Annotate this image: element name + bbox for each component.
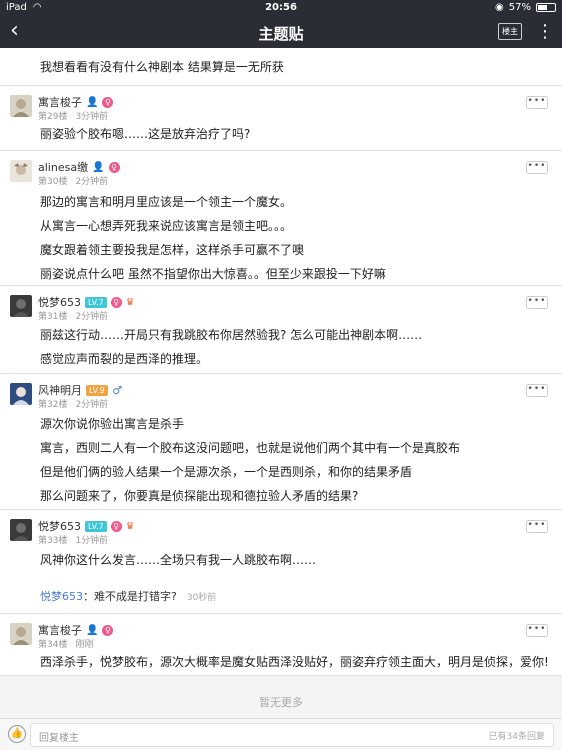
thread-content: 我想看看有没有什么神剧本 结果算是一无所获 寓言梭子 👤 ♀ 第29楼 3分钟前 … — [0, 48, 562, 718]
author-name[interactable]: alinesa缴 — [38, 159, 88, 175]
post-text: 风神你这什么发言……全场只有我一人跳胶布啊…… — [40, 553, 317, 567]
female-icon: ♀ — [102, 96, 114, 108]
post-author: 寓言梭子 👤 ♀ — [38, 622, 114, 638]
avatar[interactable] — [10, 295, 32, 317]
reply-time: 30秒前 — [186, 593, 217, 603]
battery-fill — [538, 5, 547, 10]
nav-bar: ‹ 主题贴 楼主 ⋮ — [0, 16, 562, 48]
author-name[interactable]: 风神明月 — [38, 382, 82, 398]
post-text: 源次你说你验出寓言是杀手 — [40, 417, 185, 431]
avatar[interactable] — [10, 383, 32, 405]
author-name[interactable]: 寓言梭子 — [38, 622, 82, 638]
post-text: 丽姿说点什么吧 虽然不指望你出大惊喜。。但至少来跟投一下好嘛 — [40, 267, 386, 281]
post-menu-button[interactable]: ••• — [526, 384, 548, 397]
floor-number: 第31楼 — [38, 312, 68, 322]
post-text: 西泽杀手，悦梦胶布，源次大概率是魔女贴西泽没贴好，丽姿弃疗领主面大，明月是侦探，… — [40, 655, 549, 669]
avatar[interactable] — [10, 623, 32, 645]
post-time: 2分钟前 — [75, 312, 109, 322]
post-author: 悦梦653 LV.7 ♀ ♛ — [38, 294, 135, 310]
level-badge: LV.7 — [85, 520, 107, 532]
female-icon: ♀ — [110, 520, 122, 532]
crown-icon: ♛ — [125, 296, 135, 308]
post-item: 悦梦653 LV.7 ♀ ♛ 第33楼 1分钟前 ••• 风神你这什么发言……全场… — [0, 510, 562, 614]
reply-placeholder: 回复楼主 — [39, 733, 79, 744]
status-time: 20:56 — [265, 2, 297, 13]
lock-rotation-icon: ◉ — [495, 2, 504, 13]
avatar[interactable] — [10, 95, 32, 117]
author-name[interactable]: 悦梦653 — [38, 294, 81, 310]
post-text: 但是他们俩的验人结果一个是源次杀，一个是西则杀，和你的结果矛盾 — [40, 465, 413, 479]
status-bar: iPad ◠ 20:56 ◉ 57% — [0, 0, 562, 16]
post-item: 悦梦653 LV.7 ♀ ♛ 第31楼 2分钟前 ••• 丽兹这行动……开局只有我… — [0, 286, 562, 374]
post-text: 寓言，西则二人有一个胶布这没问题吧，也就是说他们两个其中有一个是真胶布 — [40, 441, 461, 455]
post-text: 魔女跟着领主要投我是怎样，这样杀手可赢不了噢 — [40, 243, 305, 257]
floor-number: 第32楼 — [38, 400, 68, 410]
level-badge: LV.9 — [86, 384, 108, 396]
reply-input[interactable]: 回复楼主 已有34条回复 — [30, 723, 554, 747]
post-item: 风神明月 LV.9 ♂ 第32楼 2分钟前 ••• 源次你说你验出寓言是杀手 寓言… — [0, 374, 562, 510]
person-icon: 👤 — [86, 624, 99, 636]
post-text: 感觉应声而裂的是西泽的推理。 — [40, 352, 209, 366]
post-author: 寓言梭子 👤 ♀ — [38, 94, 114, 110]
reply-count: 已有34条回复 — [488, 732, 545, 742]
post-text: 那边的寓言和明月里应该是一个领主一个魔女。 — [40, 195, 293, 209]
post-item: 寓言梭子 👤 ♀ 第29楼 3分钟前 ••• 丽姿验个胶布嗯……这是放弃治疗了吗? — [0, 86, 562, 151]
post-text: 那么问题来了，你要真是侦探能出现和德拉验人矛盾的结果? — [40, 489, 359, 503]
post-time: 3分钟前 — [75, 112, 109, 122]
post-text: 丽兹这行动……开局只有我跳胶布你居然验我? 怎么可能出神剧本啊…… — [40, 328, 423, 342]
post-menu-button[interactable]: ••• — [526, 296, 548, 309]
author-name[interactable]: 悦梦653 — [38, 518, 81, 534]
post-author: 悦梦653 LV.7 ♀ ♛ — [38, 518, 135, 534]
female-icon: ♀ — [108, 161, 120, 173]
author-name[interactable]: 寓言梭子 — [38, 94, 82, 110]
person-icon: 👤 — [86, 96, 99, 108]
floor-number: 第30楼 — [38, 177, 68, 187]
post-author: 风神明月 LV.9 ♂ — [38, 382, 123, 398]
floor-number: 第29楼 — [38, 112, 68, 122]
post-time: 2分钟前 — [75, 400, 109, 410]
more-menu-icon[interactable]: ⋮ — [536, 18, 554, 46]
floor-number: 第33楼 — [38, 536, 68, 546]
owner-only-button[interactable]: 楼主 — [498, 23, 522, 40]
male-icon: ♂ — [112, 383, 123, 397]
post-meta: 第29楼 3分钟前 — [38, 109, 108, 122]
crown-icon: ♛ — [125, 520, 135, 532]
floor-number: 第34楼 — [38, 640, 68, 650]
post-text: 从寓言一心想弄死我来说应该寓言是领主吧。。。 — [40, 219, 293, 233]
level-badge: LV.7 — [85, 296, 107, 308]
post-menu-button[interactable]: ••• — [526, 624, 548, 637]
avatar[interactable] — [10, 160, 32, 182]
post-meta: 第33楼 1分钟前 — [38, 533, 108, 546]
post-meta: 第30楼 2分钟前 — [38, 174, 108, 187]
no-more-label: 暂无更多 — [259, 696, 303, 709]
post-continuation: 我想看看有没有什么神剧本 结果算是一无所获 — [0, 48, 562, 86]
reply-user[interactable]: 悦梦653 — [40, 590, 83, 603]
post-time: 1分钟前 — [75, 536, 109, 546]
post-meta: 第34楼 刚刚 — [38, 637, 93, 650]
sub-reply[interactable]: 悦梦653：难不成是打错字? 30秒前 — [40, 588, 216, 604]
reply-bar: 👍 回复楼主 已有34条回复 — [0, 718, 562, 750]
female-icon: ♀ — [102, 624, 114, 636]
reply-text: ：难不成是打错字? — [83, 590, 177, 603]
female-icon: ♀ — [110, 296, 122, 308]
post-meta: 第32楼 2分钟前 — [38, 397, 108, 410]
post-author: alinesa缴 👤 ♀ — [38, 159, 120, 175]
post-time: 2分钟前 — [75, 177, 109, 187]
battery-icon — [536, 3, 556, 12]
thumbs-up-icon[interactable]: 👍 — [8, 725, 26, 743]
post-menu-button[interactable]: ••• — [526, 161, 548, 174]
post-menu-button[interactable]: ••• — [526, 96, 548, 109]
post-meta: 第31楼 2分钟前 — [38, 309, 108, 322]
post-menu-button[interactable]: ••• — [526, 520, 548, 533]
post-text: 丽姿验个胶布嗯……这是放弃治疗了吗? — [40, 127, 251, 141]
page-title: 主题贴 — [258, 25, 304, 43]
person-icon: 👤 — [92, 161, 105, 173]
status-right: ◉ 57% — [495, 2, 556, 13]
post-text: 我想看看有没有什么神剧本 结果算是一无所获 — [40, 60, 284, 74]
battery-percent: 57% — [508, 2, 531, 13]
avatar[interactable] — [10, 519, 32, 541]
post-item: alinesa缴 👤 ♀ 第30楼 2分钟前 ••• 那边的寓言和明月里应该是一个… — [0, 151, 562, 286]
post-item: 寓言梭子 👤 ♀ 第34楼 刚刚 ••• 西泽杀手，悦梦胶布，源次大概率是魔女贴西… — [0, 614, 562, 676]
post-time: 刚刚 — [75, 640, 94, 650]
